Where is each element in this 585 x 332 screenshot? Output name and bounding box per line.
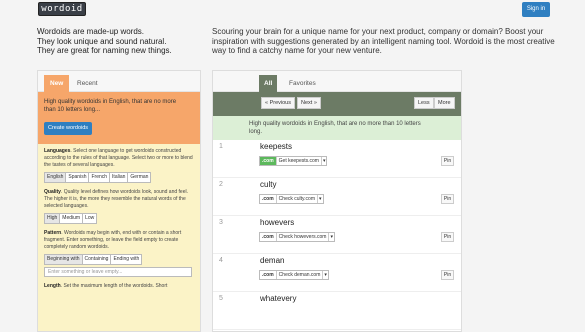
tagline: Wordoids are made-up words. They look un…	[37, 27, 207, 56]
result-row: 4 deman .com Check deman.com ▾ Pin	[213, 254, 461, 292]
tab-new[interactable]: New	[44, 75, 70, 92]
length-help: . Set the maximum length of the wordoids…	[60, 283, 168, 289]
domain-tld[interactable]: .com	[260, 233, 276, 241]
language-german[interactable]: German	[127, 172, 152, 183]
tagline-line-1: Wordoids are made-up words.	[37, 27, 145, 36]
quality-low[interactable]: Low	[82, 213, 98, 224]
pattern-section: Pattern. Wordoids may begin with, end wi…	[44, 230, 194, 277]
chevron-down-icon[interactable]: ▾	[320, 157, 327, 165]
settings-summary-text: High quality wordoids in English, that a…	[44, 99, 177, 113]
result-row: 2 culty .com Check culty.com ▾ Pin	[213, 178, 461, 216]
pattern-beginning[interactable]: Beginning with	[44, 254, 83, 265]
pin-button[interactable]: Pin	[441, 232, 454, 242]
chevron-down-icon[interactable]: ▾	[322, 271, 328, 279]
languages-section: Languages. Select one language to get wo…	[44, 148, 194, 183]
quality-high[interactable]: High	[44, 213, 61, 224]
quality-title: Quality	[44, 189, 61, 195]
results-navbar: « Previous Next » Less More	[213, 92, 461, 116]
top-bar: wordoid Sign in	[0, 0, 585, 22]
tab-all[interactable]: All	[259, 75, 278, 92]
length-title: Length	[44, 283, 61, 289]
tagline-line-2: They look unique and sound natural.	[37, 36, 167, 46]
result-number: 5	[219, 295, 223, 302]
generator-tabs: New Recent	[38, 71, 200, 92]
wordoid-logo[interactable]: wordoid	[38, 2, 86, 16]
settings-area: Languages. Select one language to get wo…	[38, 144, 200, 331]
pattern-help: . Wordoids may begin with, end with or c…	[44, 230, 182, 250]
domain-get-link[interactable]: Get keepests.com	[275, 157, 321, 165]
tab-favorites[interactable]: Favorites	[284, 75, 321, 92]
pattern-input[interactable]: Enter something or leave empty...	[44, 267, 192, 277]
next-button[interactable]: Next »	[297, 97, 321, 109]
language-italian[interactable]: Italian	[109, 172, 129, 183]
result-number: 4	[219, 257, 223, 264]
results-panel: All Favorites « Previous Next » Less Mor…	[212, 70, 462, 332]
result-word: culty	[260, 180, 277, 189]
domain-check-link[interactable]: Check culty.com	[275, 195, 317, 203]
previous-button[interactable]: « Previous	[261, 97, 295, 109]
result-number: 3	[219, 219, 223, 226]
result-word: deman	[260, 256, 285, 265]
result-word: whatevery	[260, 294, 297, 303]
result-row: 5 whatevery	[213, 292, 461, 330]
result-row: 3 howevers .com Check howevers.com ▾ Pin	[213, 216, 461, 254]
intro-text: Scouring your brain for a unique name fo…	[212, 27, 555, 55]
quality-help: . Quality level defines how wordoids loo…	[44, 189, 188, 209]
language-french[interactable]: French	[88, 172, 111, 183]
result-number: 1	[219, 143, 223, 150]
domain-tld[interactable]: .com	[260, 271, 276, 279]
domain-check: .com Get keepests.com ▾	[259, 156, 328, 166]
pattern-options: Beginning with Containing Ending with	[44, 254, 194, 265]
pattern-containing[interactable]: Containing	[81, 254, 112, 265]
results-description: High quality wordoids in English, that a…	[213, 116, 461, 140]
domain-tld[interactable]: .com	[260, 195, 276, 203]
result-number: 2	[219, 181, 223, 188]
chevron-down-icon[interactable]: ▾	[316, 195, 323, 203]
less-button[interactable]: Less	[414, 97, 434, 109]
pin-button[interactable]: Pin	[441, 270, 454, 280]
tab-recent[interactable]: Recent	[71, 75, 104, 92]
quality-medium[interactable]: Medium	[59, 213, 84, 224]
quality-options: High Medium Low	[44, 213, 194, 224]
domain-check: .com Check culty.com ▾	[259, 194, 324, 204]
create-wordoids-button[interactable]: Create wordoids	[44, 122, 93, 135]
pin-button[interactable]: Pin	[441, 156, 454, 166]
chevron-down-icon[interactable]: ▾	[328, 233, 334, 241]
results-tabs: All Favorites	[213, 71, 461, 92]
language-options: English Spanish French Italian German	[44, 172, 194, 183]
tagline-line-3: They are great for naming new things.	[37, 46, 172, 55]
result-word: keepests	[260, 142, 293, 151]
language-spanish[interactable]: Spanish	[65, 172, 90, 183]
domain-check: .com Check howevers.com ▾	[259, 232, 335, 242]
generator-panel: New Recent High quality wordoids in Engl…	[37, 70, 201, 332]
sign-in-button[interactable]: Sign in	[522, 2, 550, 17]
domain-tld-available[interactable]: .com	[260, 157, 276, 165]
language-english[interactable]: English	[44, 172, 67, 183]
languages-title: Languages	[44, 148, 71, 154]
pattern-title: Pattern	[44, 230, 62, 236]
result-word: howevers	[260, 218, 295, 227]
quality-section: Quality. Quality level defines how wordo…	[44, 189, 194, 224]
pattern-ending[interactable]: Ending with	[110, 254, 143, 265]
domain-check-link[interactable]: Check deman.com	[275, 271, 323, 279]
settings-summary: High quality wordoids in English, that a…	[38, 92, 200, 144]
length-section: Length. Set the maximum length of the wo…	[44, 283, 194, 290]
domain-check-link[interactable]: Check howevers.com	[275, 233, 329, 241]
result-row: 1 keepests .com Get keepests.com ▾ Pin	[213, 140, 461, 178]
more-button[interactable]: More	[434, 97, 455, 109]
domain-check: .com Check deman.com ▾	[259, 270, 329, 280]
pin-button[interactable]: Pin	[441, 194, 454, 204]
